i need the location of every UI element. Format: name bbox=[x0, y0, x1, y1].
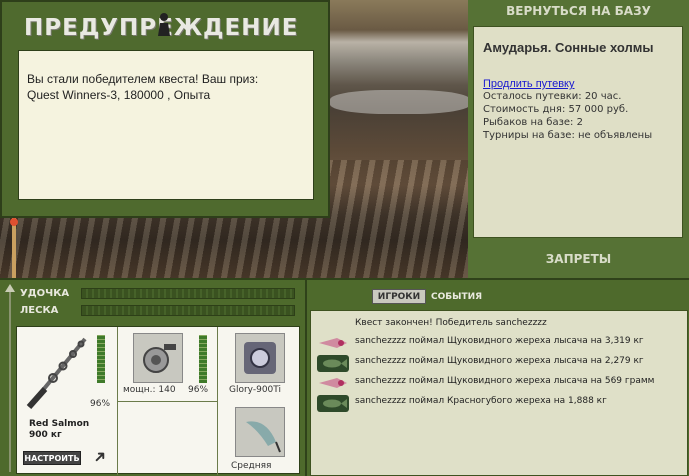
events-panel: ИГРОКИ СОБЫТИЯ Квест закончен! Победител… bbox=[305, 278, 689, 476]
line-slot[interactable] bbox=[235, 333, 285, 383]
bait-slot[interactable] bbox=[235, 407, 285, 457]
list-item: sanchezzzz поймал Красногубого жереха на… bbox=[311, 393, 689, 413]
list-item: Квест закончен! Победитель sanchezzzz bbox=[311, 315, 689, 335]
dialog-message: Вы стали победителем квеста! Ваш приз: Q… bbox=[18, 50, 314, 200]
list-item: sanchezzzz поймал Щуковидного жереха лыс… bbox=[311, 373, 689, 393]
rod-name: Red Salmon 900 кг bbox=[29, 419, 89, 441]
base-info-panel: Амударья. Сонные холмы Продлить путевку … bbox=[473, 26, 683, 238]
event-text: sanchezzzz поймал Щуковидного жереха лыс… bbox=[355, 376, 655, 386]
tackle-slots: 96% Red Salmon 900 кг НАСТРОИТЬ ➜ мощн.:… bbox=[16, 326, 300, 475]
list-item: sanchezzzz поймал Щуковидного жереха лыс… bbox=[311, 333, 689, 353]
tournaments-status: Турниры на базе: не объявлены bbox=[483, 130, 653, 141]
rod-image[interactable] bbox=[23, 333, 93, 413]
tab-players[interactable]: ИГРОКИ bbox=[372, 289, 426, 304]
event-text: sanchezzzz поймал Щуковидного жереха лыс… bbox=[355, 336, 644, 346]
fisherman-icon bbox=[158, 13, 170, 36]
line-tension-bar bbox=[81, 305, 295, 316]
reel-slot[interactable] bbox=[133, 333, 183, 383]
divider bbox=[217, 327, 218, 475]
divider bbox=[117, 401, 217, 402]
line-spool-icon bbox=[244, 342, 276, 374]
fish-icon bbox=[317, 395, 349, 412]
fish-icon bbox=[317, 355, 349, 372]
event-text: Квест закончен! Победитель sanchezzzz bbox=[355, 318, 547, 328]
line-stat-label: ЛЕСКА bbox=[20, 305, 59, 316]
arrow-down-right-icon: ➜ bbox=[88, 445, 112, 468]
rod-durability-percent: 96% bbox=[90, 399, 111, 409]
float-icon bbox=[10, 218, 18, 226]
rod-stat-label: УДОЧКА bbox=[20, 288, 70, 299]
bait-name: Средняя bbox=[231, 461, 272, 471]
lure-icon bbox=[319, 338, 347, 348]
reel-icon bbox=[143, 344, 176, 373]
rod-capacity: 900 кг bbox=[29, 430, 62, 440]
dialog-message-line2: Quest Winners-3, 180000 , Опыта bbox=[27, 88, 211, 102]
reel-power: мощн.: 140 bbox=[123, 385, 176, 395]
reel-durability-bar bbox=[199, 335, 207, 383]
reel-durability-percent: 96% bbox=[188, 385, 209, 395]
base-sidebar: ВЕРНУТЬСЯ НА БАЗУ Амударья. Сонные холмы… bbox=[468, 0, 689, 278]
tackle-panel: УДОЧКА ЛЕСКА 96% Red Salmon 900 кг НАСТР… bbox=[0, 278, 305, 476]
arrow-up-icon bbox=[5, 284, 15, 292]
event-text: sanchezzzz поймал Красногубого жереха на… bbox=[355, 396, 607, 406]
list-item: sanchezzzz поймал Щуковидного жереха лыс… bbox=[311, 353, 689, 373]
anglers-count: Рыбаков на базе: 2 bbox=[483, 117, 583, 128]
rod-tension-bar bbox=[81, 288, 295, 299]
lure-icon bbox=[319, 378, 347, 388]
dialog-message-line1: Вы стали победителем квеста! Ваш приз: bbox=[27, 72, 259, 86]
return-to-base-button[interactable]: ВЕРНУТЬСЯ НА БАЗУ bbox=[468, 0, 689, 22]
ticket-remaining: Осталось путевки: 20 час. bbox=[483, 91, 622, 102]
base-name: Амударья. Сонные холмы bbox=[483, 40, 654, 55]
line-name: Glory-900Ti bbox=[229, 385, 281, 395]
extend-ticket-link[interactable]: Продлить путевку bbox=[483, 78, 672, 90]
event-text: sanchezzzz поймал Щуковидного жереха лыс… bbox=[355, 356, 644, 366]
lure-icon bbox=[246, 421, 281, 453]
divider bbox=[9, 292, 11, 472]
water-reflection bbox=[330, 90, 468, 114]
rod-model: Red Salmon bbox=[29, 419, 90, 429]
bans-button[interactable]: ЗАПРЕТЫ bbox=[468, 248, 689, 270]
tab-events[interactable]: СОБЫТИЯ bbox=[431, 290, 482, 304]
warning-dialog: ПРЕДУПРЕЖДЕНИЕ Вы стали победителем квес… bbox=[0, 0, 330, 218]
events-log: Квест закончен! Победитель sanchezzzz sa… bbox=[310, 310, 688, 476]
setup-button[interactable]: НАСТРОИТЬ bbox=[23, 451, 81, 465]
rod-durability-bar bbox=[97, 335, 105, 383]
day-cost: Стоимость дня: 57 000 руб. bbox=[483, 104, 629, 115]
